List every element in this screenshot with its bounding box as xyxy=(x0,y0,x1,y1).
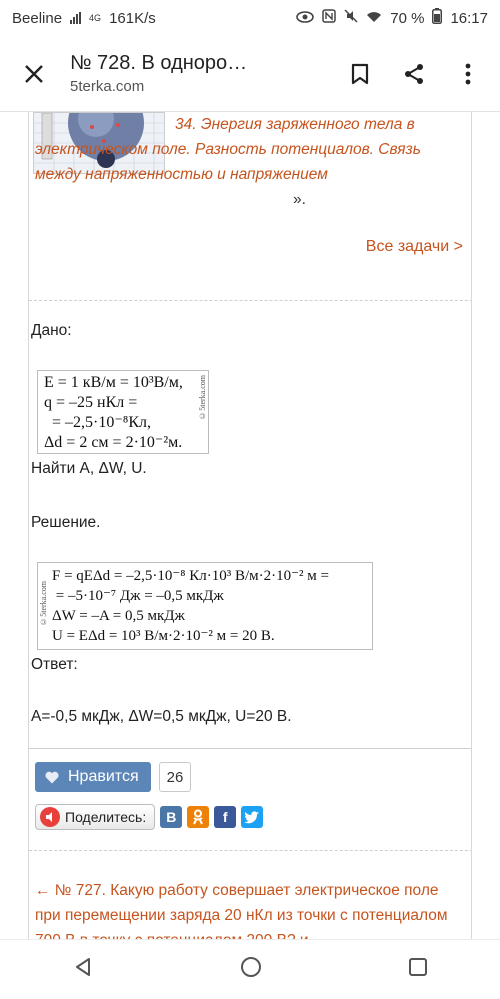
eye-icon xyxy=(296,10,315,27)
twitter-icon xyxy=(244,810,260,823)
like-widget: Нравится 26 xyxy=(35,762,192,792)
formula-line: U = EΔd = 10³ В/м·2·10⁻² м = 20 В. xyxy=(52,628,275,644)
signal-icon xyxy=(70,12,82,24)
back-triangle-icon xyxy=(76,958,91,976)
wifi-icon xyxy=(366,10,382,27)
formula-line: = –5·10⁻⁷ Дж = –0,5 мкДж xyxy=(52,588,224,604)
clock: 16:17 xyxy=(450,9,488,27)
back-button[interactable] xyxy=(72,956,94,983)
formula-line: F = qEΔd = –2,5·10⁻⁸ Кл·10³ В/м·2·10⁻² м… xyxy=(52,568,329,584)
system-nav-bar xyxy=(0,939,500,999)
divider xyxy=(29,300,471,301)
topic-link[interactable]: 34. Энергия заряженного тела в электриче… xyxy=(35,112,467,187)
facebook-icon: f xyxy=(222,809,228,825)
battery-percent: 70 % xyxy=(390,9,425,27)
share-label: Поделитесь: xyxy=(65,809,147,825)
odnoklassniki-icon xyxy=(193,809,204,825)
solution-label: Решение. xyxy=(31,514,101,531)
all-tasks-link[interactable]: Все задачи > xyxy=(366,238,463,256)
like-button[interactable]: Нравится xyxy=(35,762,151,792)
vk-icon: В xyxy=(166,809,177,825)
status-bar: Beeline 4G 161K/s 70 % 16:17 xyxy=(0,0,500,36)
page-domain: 5terka.com xyxy=(70,78,145,95)
battery-icon xyxy=(432,8,443,28)
carrier-name: Beeline xyxy=(12,9,63,27)
nfc-icon xyxy=(322,9,336,27)
home-circle-icon xyxy=(240,957,261,977)
formula-line: q = –25 нКл = xyxy=(44,394,138,411)
close-button[interactable] xyxy=(6,46,62,102)
twitter-share-button[interactable] xyxy=(241,806,264,828)
vk-share-button[interactable]: В xyxy=(160,806,183,828)
more-button[interactable] xyxy=(454,60,482,88)
share-widget: Поделитесь: В f xyxy=(35,804,264,830)
close-icon xyxy=(25,64,43,83)
page-title: № 728. В одноро… xyxy=(70,52,248,74)
app-bar: № 728. В одноро… 5terka.com xyxy=(0,36,500,112)
mute-icon xyxy=(344,9,358,27)
network-type: 4G xyxy=(89,13,102,23)
odnoklassniki-share-button[interactable] xyxy=(187,806,210,828)
solution-formula: F = qEΔd = –2,5·10⁻⁸ Кл·10³ В/м·2·10⁻² м… xyxy=(37,562,373,650)
more-vert-icon xyxy=(465,63,471,84)
heart-icon xyxy=(45,771,59,783)
share-button[interactable] xyxy=(400,60,428,88)
divider xyxy=(29,850,471,851)
facebook-share-button[interactable]: f xyxy=(214,806,237,828)
find-label: Найти A, ΔW, U. xyxy=(31,460,147,477)
divider xyxy=(29,748,471,749)
network-speed: 161K/s xyxy=(109,9,156,27)
watermark: ©5terka.com xyxy=(39,581,48,626)
formula-line: ΔW = –A = 0,5 мкДж xyxy=(52,608,185,624)
formula-line: E = 1 кВ/м = 10³В/м, xyxy=(44,374,183,391)
given-formula: E = 1 кВ/м = 10³В/м, q = –25 нКл = = –2,… xyxy=(37,370,209,454)
share-dialog-button[interactable]: Поделитесь: xyxy=(35,804,156,830)
formula-line: Δd = 2 см = 2·10⁻²м. xyxy=(44,434,183,451)
answer-text: A=-0,5 мкДж, ΔW=0,5 мкДж, U=20 В. xyxy=(31,708,292,725)
recents-square-icon xyxy=(408,958,427,976)
bookmark-button[interactable] xyxy=(346,60,374,88)
watermark: ©5terka.com xyxy=(198,375,207,420)
article-content: 34. Энергия заряженного тела в электриче… xyxy=(28,112,472,949)
like-count: 26 xyxy=(158,762,192,792)
answer-label: Ответ: xyxy=(31,656,78,673)
share-icon xyxy=(405,63,423,84)
topic-title[interactable]: 34. Энергия заряженного тела в электриче… xyxy=(35,112,467,187)
formula-line: = –2,5·10⁻⁸Кл, xyxy=(44,414,152,431)
share-widget-icon xyxy=(40,807,60,827)
home-button[interactable] xyxy=(239,955,263,984)
recents-button[interactable] xyxy=(408,957,428,982)
given-label: Дано: xyxy=(31,322,72,339)
topic-closing-quote: ». xyxy=(293,191,306,208)
like-label: Нравится xyxy=(68,768,139,785)
bookmark-icon xyxy=(351,63,369,84)
